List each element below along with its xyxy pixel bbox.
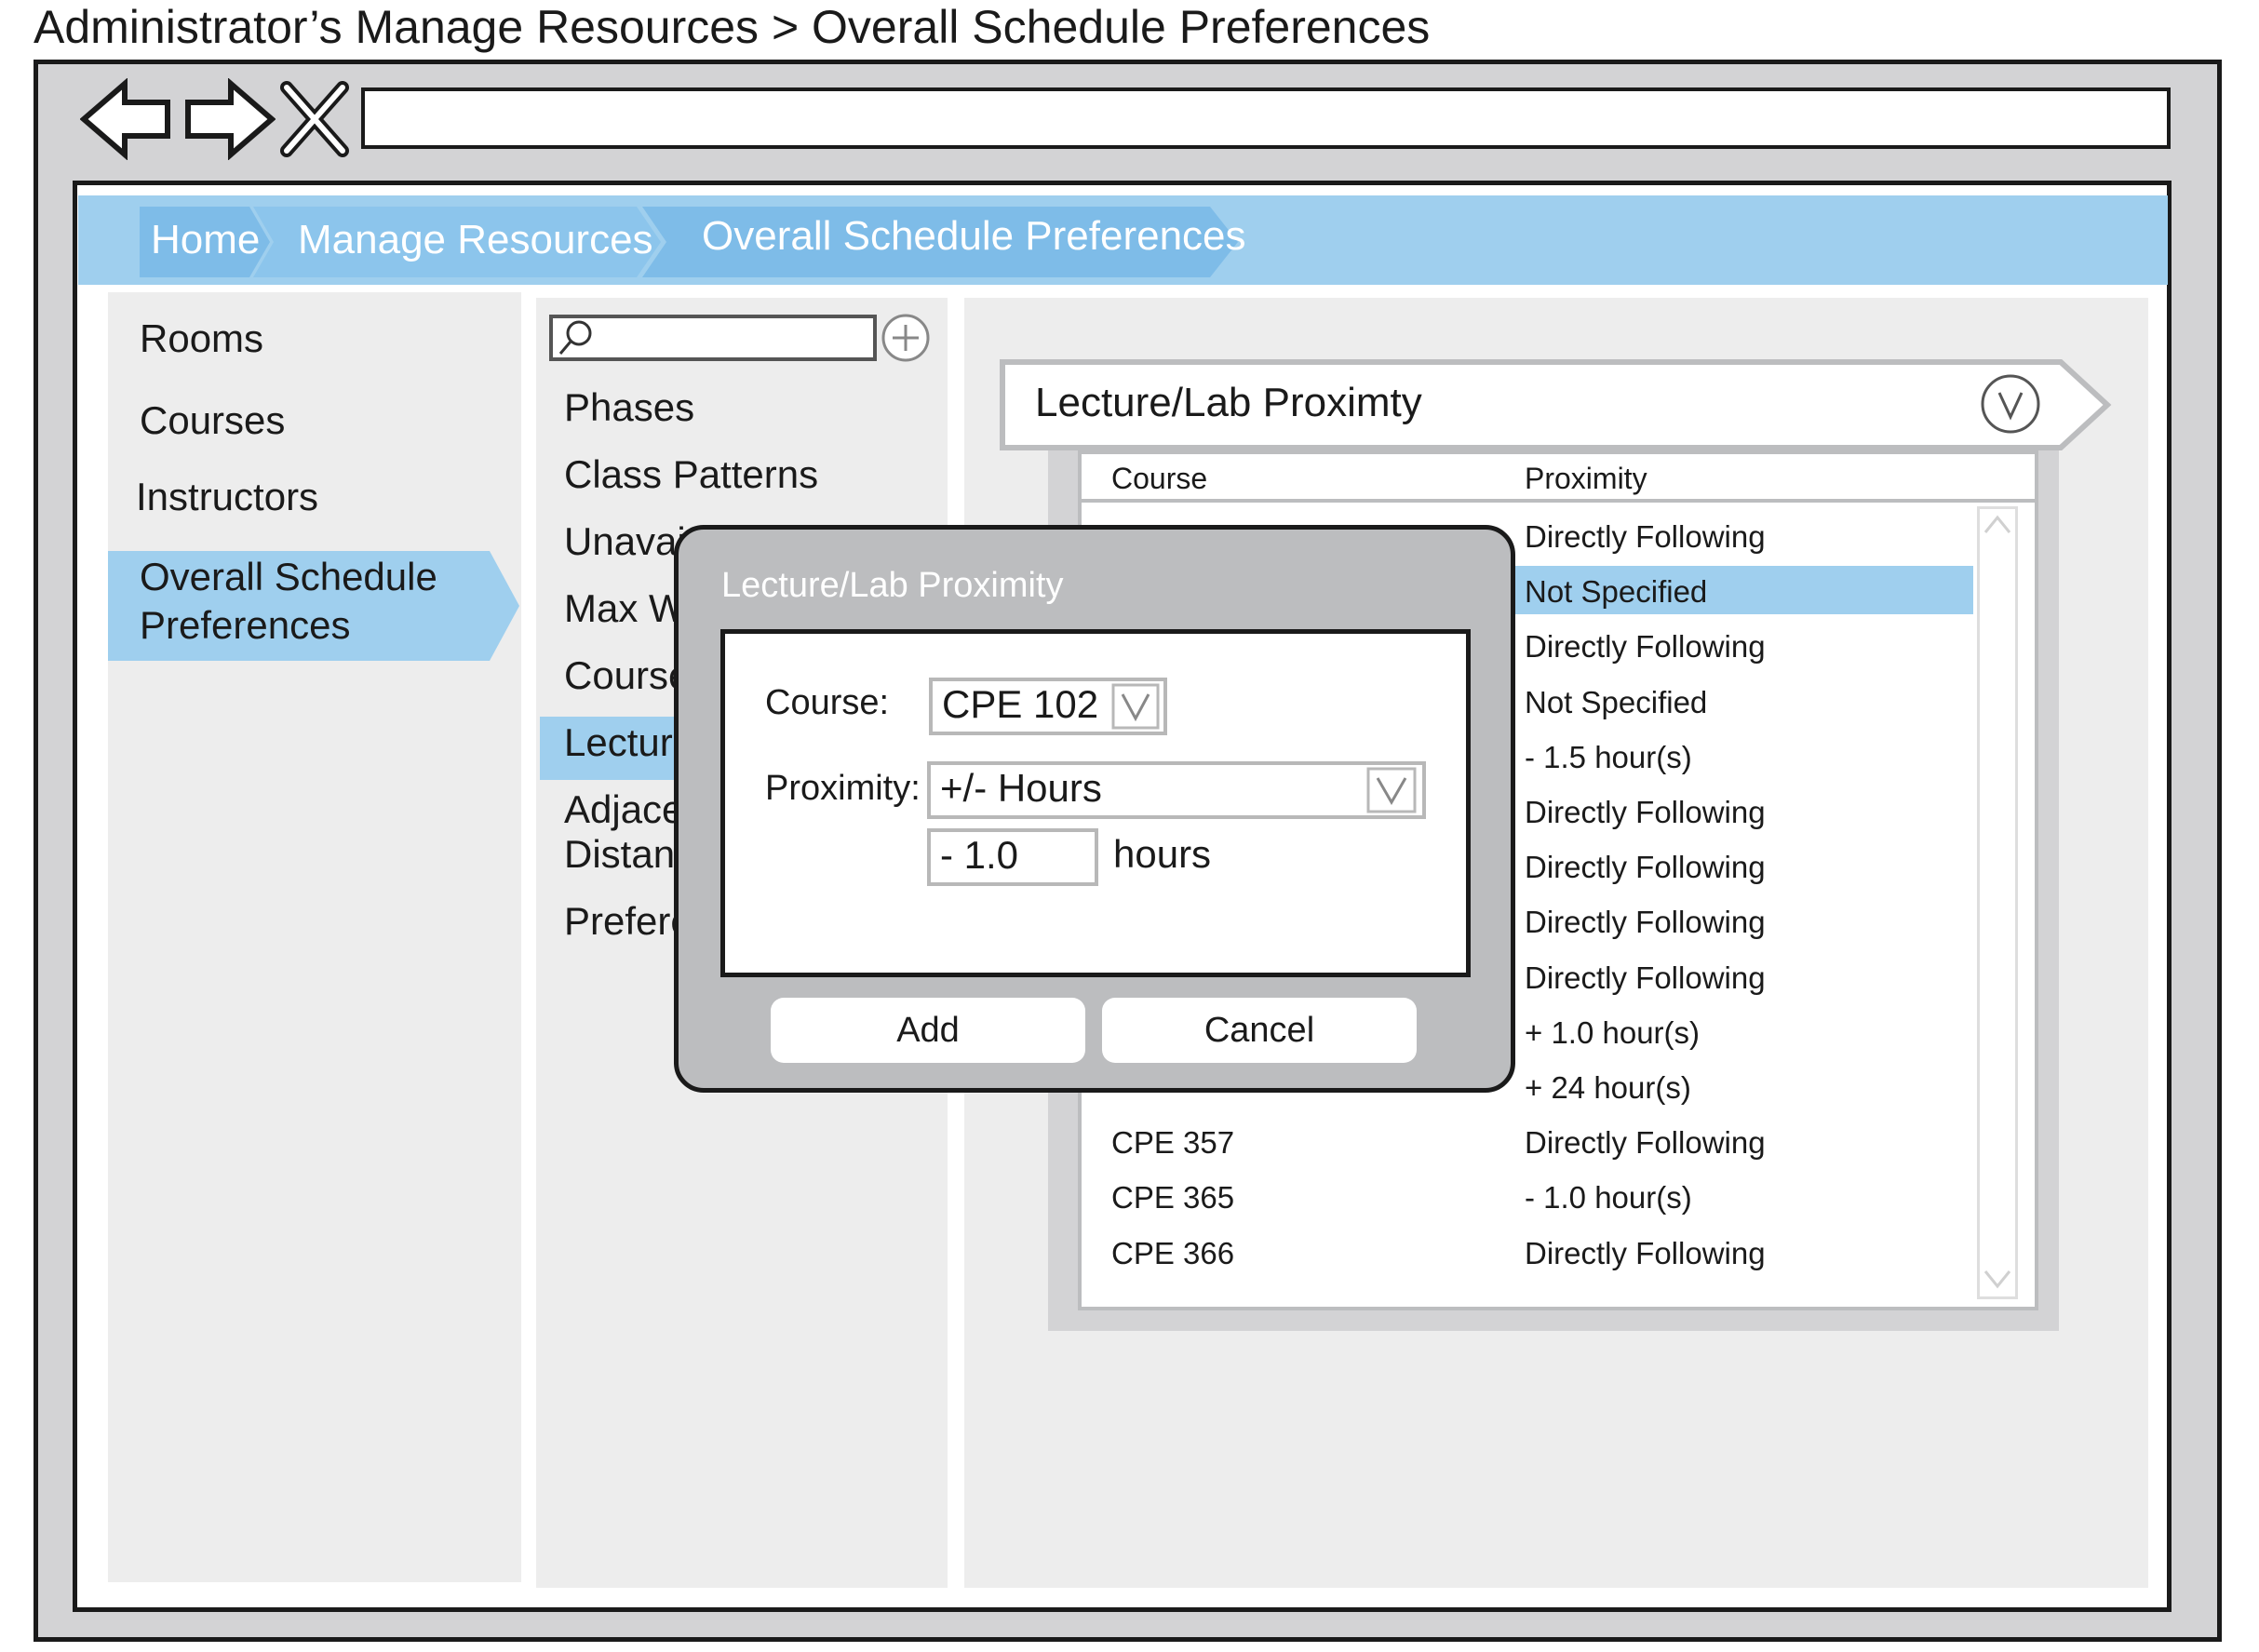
list-item-class-patterns[interactable]: Class Patterns <box>564 452 818 497</box>
list-item-max[interactable]: Max W <box>564 586 686 631</box>
proximity-select[interactable]: +/- Hours <box>927 761 1426 819</box>
scrollbar[interactable] <box>1977 506 2018 1299</box>
cell-proximity: Directly Following <box>1525 850 1766 884</box>
search-input[interactable] <box>549 315 877 361</box>
list-item-unavailable[interactable]: Unavai <box>564 519 686 564</box>
address-bar[interactable] <box>361 87 2171 149</box>
cell-proximity: - 1.0 hour(s) <box>1525 1180 1692 1215</box>
add-icon[interactable] <box>881 313 931 363</box>
cell-proximity: + 1.0 hour(s) <box>1525 1015 1701 1050</box>
sidebar-item-courses[interactable]: Courses <box>140 398 285 443</box>
proximity-label: Proximity: <box>765 769 921 808</box>
chevron-down-icon[interactable] <box>1366 767 1417 813</box>
page-title: Administrator’s Manage Resources > Overa… <box>34 1 1431 53</box>
header-divider <box>1080 499 2037 503</box>
column-header-proximity: Proximity <box>1525 462 1647 495</box>
scroll-up-icon[interactable] <box>1983 514 2012 536</box>
search-icon <box>558 320 592 355</box>
cancel-button[interactable]: Cancel <box>1102 998 1417 1063</box>
cell-proximity: Not Specified <box>1525 685 1708 719</box>
cell-proximity: - 1.5 hour(s) <box>1525 740 1692 774</box>
cell-course: CPE 365 <box>1111 1180 1235 1215</box>
list-item-phases[interactable]: Phases <box>564 385 694 430</box>
course-label: Course: <box>765 683 890 722</box>
cell-proximity: + 24 hour(s) <box>1525 1070 1691 1105</box>
cell-proximity: Directly Following <box>1525 905 1766 939</box>
column-header-course: Course <box>1111 462 1208 495</box>
cell-proximity: Not Specified <box>1525 574 1708 609</box>
breadcrumb-manage-resources[interactable]: Manage Resources <box>298 195 653 285</box>
hours-unit-label: hours <box>1113 832 1212 876</box>
sidebar-item-label: Overall Schedule Preferences <box>140 555 437 647</box>
cell-course: CPE 366 <box>1111 1236 1235 1270</box>
dialog-title: Lecture/Lab Proximity <box>721 566 1064 605</box>
back-arrow-icon[interactable] <box>80 78 173 160</box>
section-title: Lecture/Lab Proximty <box>1035 380 1422 425</box>
breadcrumb-home[interactable]: Home <box>151 195 260 285</box>
chevron-down-icon[interactable] <box>1979 372 2042 436</box>
close-icon[interactable] <box>277 78 352 160</box>
scroll-down-icon[interactable] <box>1983 1268 2012 1290</box>
cell-proximity: Directly Following <box>1525 519 1766 554</box>
forward-arrow-icon[interactable] <box>182 78 276 160</box>
sidebar-item-instructors[interactable]: Instructors <box>136 475 318 519</box>
list-item-course[interactable]: Course <box>564 653 690 698</box>
sidebar-item-rooms[interactable]: Rooms <box>140 316 263 361</box>
chevron-down-icon[interactable] <box>1111 683 1160 730</box>
cell-proximity: Directly Following <box>1525 795 1766 829</box>
breadcrumb-overall-schedule-preferences[interactable]: Overall Schedule Preferences <box>702 192 1246 281</box>
hours-input[interactable]: - 1.0 <box>927 828 1098 886</box>
cell-proximity: Directly Following <box>1525 1236 1766 1270</box>
cell-proximity: Directly Following <box>1525 960 1766 995</box>
add-button[interactable]: Add <box>771 998 1085 1063</box>
cell-proximity: Directly Following <box>1525 629 1766 664</box>
cell-proximity: Directly Following <box>1525 1125 1766 1160</box>
cell-course: CPE 357 <box>1111 1125 1235 1160</box>
